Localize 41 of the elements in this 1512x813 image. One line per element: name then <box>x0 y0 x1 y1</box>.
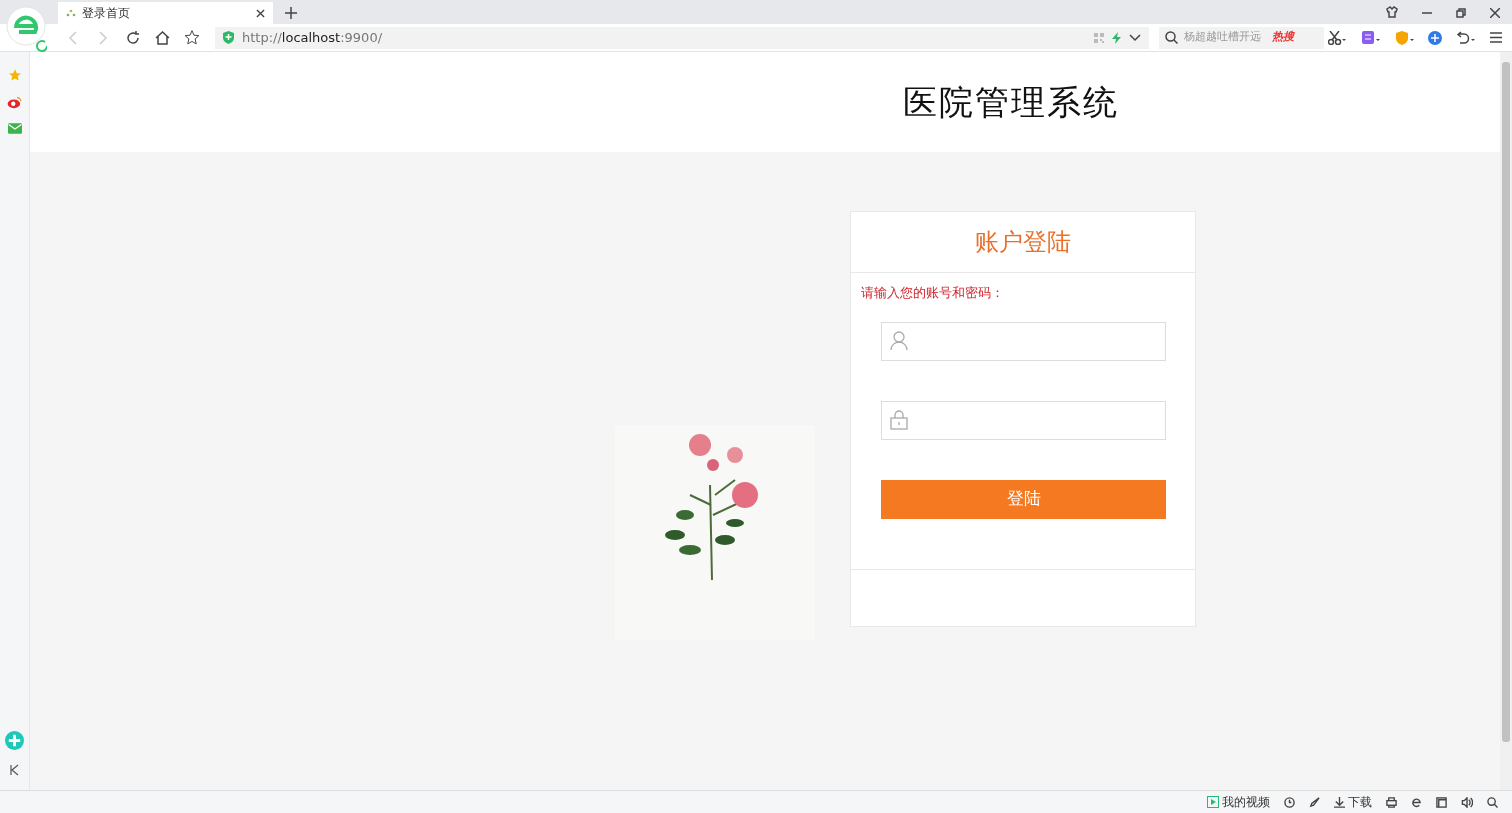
hot-search-link[interactable]: 热搜 <box>1272 29 1294 46</box>
collapse-icon[interactable] <box>9 764 20 776</box>
login-prompt: 请输入您的账号和密码： <box>861 284 1005 302</box>
menu-icon[interactable] <box>1490 32 1502 43</box>
scissors-icon[interactable] <box>1328 30 1346 45</box>
window-icon[interactable] <box>1436 796 1447 808</box>
reload-icon[interactable] <box>126 30 140 45</box>
speaker-icon[interactable] <box>1461 796 1473 808</box>
restore-icon[interactable] <box>1456 8 1466 18</box>
printer-icon[interactable] <box>1386 796 1397 808</box>
username-field[interactable] <box>881 321 1166 361</box>
mail-icon[interactable] <box>7 123 22 134</box>
download-status-button[interactable]: 下载 <box>1334 793 1372 811</box>
bookmark-star-icon[interactable] <box>184 30 200 45</box>
chevron-down-icon[interactable] <box>1129 33 1141 42</box>
close-icon[interactable] <box>256 8 265 18</box>
page-icon <box>66 9 76 17</box>
translate-icon[interactable] <box>1362 30 1380 45</box>
clock-icon[interactable] <box>1284 796 1295 808</box>
lock-icon <box>890 410 908 430</box>
user-icon <box>890 331 908 351</box>
scrollbar-thumb[interactable] <box>1502 62 1510 742</box>
login-heading: 账户登陆 <box>851 212 1195 273</box>
video-status-button[interactable]: 我的视频 <box>1207 793 1270 811</box>
zoom-icon[interactable] <box>1487 796 1498 808</box>
eye-icon[interactable] <box>7 96 22 109</box>
shield-icon <box>223 31 234 44</box>
star-icon[interactable] <box>7 68 22 82</box>
home-icon[interactable] <box>155 30 170 45</box>
address-bar[interactable]: http://localhost:9900/ <box>215 26 1149 49</box>
close-window-icon[interactable] <box>1490 8 1500 18</box>
skin-icon[interactable] <box>1386 6 1398 18</box>
download-icon[interactable] <box>1334 796 1345 808</box>
undo-icon[interactable] <box>1456 30 1476 45</box>
browser-e-icon[interactable] <box>1411 796 1422 808</box>
password-field[interactable] <box>881 400 1166 440</box>
browser-tab[interactable]: 登录首页 <box>58 2 273 24</box>
new-tab-icon[interactable] <box>285 7 297 19</box>
url-text: http://localhost:9900/ <box>242 28 383 47</box>
search-icon <box>1165 31 1178 44</box>
site-title: 医院管理系统 <box>903 80 1119 124</box>
